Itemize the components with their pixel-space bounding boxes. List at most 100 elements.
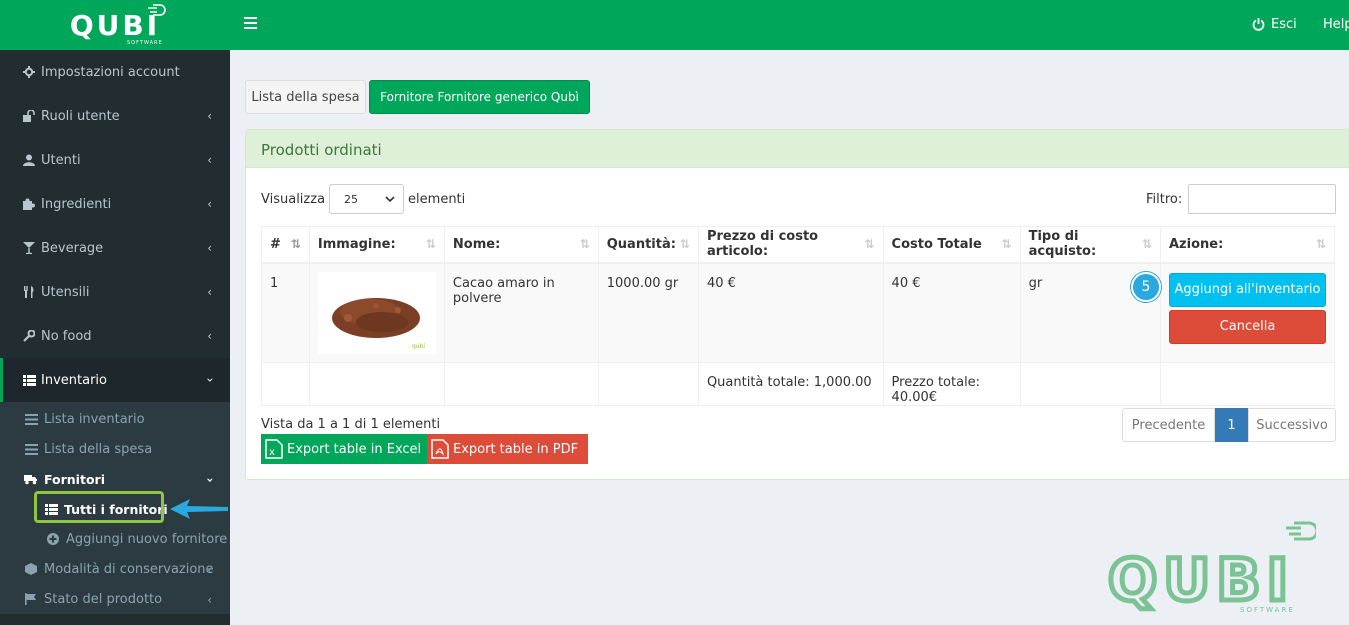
annotation-arrow-icon <box>170 499 228 519</box>
chevron-down-icon: ‹ <box>202 477 217 483</box>
logo-mark-icon <box>148 4 166 16</box>
logo[interactable]: QUBI SOFTWARE <box>0 0 230 50</box>
cocktail-icon <box>22 241 36 255</box>
product-image: qubi <box>317 271 436 354</box>
puzzle-icon <box>22 197 36 211</box>
list-icon <box>24 443 38 455</box>
pagination: Precedente 1 Successivo <box>1122 408 1336 442</box>
sidebar-item-beverage[interactable]: Beverage ‹ <box>0 226 230 270</box>
page-length-control: Visualizza 25 elementi <box>261 184 465 214</box>
chevron-left-icon: ‹ <box>207 329 212 343</box>
power-icon <box>1252 18 1265 31</box>
cell-number: 1 <box>261 262 310 363</box>
pagination-page-1[interactable]: 1 <box>1215 408 1248 442</box>
column-header-total-cost[interactable]: Costo Totale ⇅ <box>882 226 1021 264</box>
excel-file-icon: x <box>265 439 283 459</box>
cube-icon <box>24 563 38 575</box>
table-row: 1 qubi Cacao amaro in polvere 1000.00 gr… <box>261 262 1335 363</box>
chevron-left-icon: ‹ <box>207 153 212 167</box>
pdf-file-icon <box>431 439 449 459</box>
sidebar-item-inventario[interactable]: Inventario ‹ <box>0 358 230 402</box>
sidebar-subitem-conservazione[interactable]: Modalità di conservazione ‹ <box>0 554 230 584</box>
sidebar-subitem-aggiungi-fornitore[interactable]: Aggiungi nuovo fornitore <box>0 524 230 554</box>
panel-title: Prodotti ordinati <box>246 130 1349 168</box>
gear-icon <box>22 65 36 79</box>
column-header-action[interactable]: Azione: ⇅ <box>1160 226 1335 264</box>
page-length-select[interactable]: 25 <box>329 184 405 214</box>
cell-unit-price: 40 € <box>697 262 884 363</box>
pagination-previous[interactable]: Precedente <box>1122 408 1215 442</box>
sidebar-item-utensili[interactable]: Utensili ‹ <box>0 270 230 314</box>
column-header-image[interactable]: Immagine: ⇅ <box>308 226 445 264</box>
column-header-unit-price[interactable]: Prezzo di costo articolo: ⇅ <box>697 226 884 264</box>
sidebar-subitem-stato[interactable]: Stato del prodotto ‹ <box>0 584 230 614</box>
list-icon <box>24 413 38 425</box>
logout-button[interactable]: Esci <box>1252 17 1297 32</box>
filter-input[interactable] <box>1188 184 1337 214</box>
chevron-left-icon: ‹ <box>207 593 212 607</box>
column-header-number[interactable]: # ⇅ <box>261 226 310 264</box>
sidebar-item-label: Inventario <box>41 372 107 388</box>
cell-actions: Aggiungi all'inventario Cancella <box>1160 262 1335 363</box>
sidebar-item-label: No food <box>41 328 92 344</box>
column-header-name[interactable]: Nome: ⇅ <box>443 226 599 264</box>
svg-text:SOFTWARE: SOFTWARE <box>1240 606 1295 614</box>
chevron-left-icon: ‹ <box>207 241 212 255</box>
sidebar-item-ruoli[interactable]: Ruoli utente ‹ <box>0 94 230 138</box>
export-pdf-label: Export table in PDF <box>453 441 579 457</box>
flag-icon <box>24 593 38 605</box>
sidebar-subitem-label: Fornitori <box>44 471 105 487</box>
svg-text:x: x <box>269 447 275 458</box>
tab-shopping-list[interactable]: Lista della spesa <box>245 80 366 114</box>
svg-text:QUBI: QUBI <box>1108 546 1294 614</box>
cell-total-cost: 40 € <box>882 262 1021 363</box>
sidebar-item-impostazioni[interactable]: Impostazioni account <box>0 50 230 94</box>
sort-desc-icon: ⇅ <box>290 237 301 251</box>
tab-supplier[interactable]: Fornitore Fornitore generico Qubì <box>369 80 590 114</box>
sidebar-subitem-label: Lista della spesa <box>44 441 153 457</box>
sort-icon: ⇅ <box>425 237 436 251</box>
sidebar-item-nofood[interactable]: No food ‹ <box>0 314 230 358</box>
sidebar-item-utenti[interactable]: Utenti ‹ <box>0 138 230 182</box>
column-header-quantity[interactable]: Quantità: ⇅ <box>597 226 699 264</box>
cutlery-icon <box>22 285 36 299</box>
chevron-left-icon: ‹ <box>207 109 212 123</box>
cell-quantity: 1000.00 gr <box>597 262 699 363</box>
sidebar-item-label: Impostazioni account <box>41 64 180 80</box>
export-excel-button[interactable]: x Export table in Excel <box>261 434 427 464</box>
sort-icon: ⇅ <box>679 237 690 251</box>
sidebar-subitem-fornitori[interactable]: Fornitori ‹ <box>0 464 230 494</box>
chevron-left-icon: ‹ <box>207 563 212 577</box>
sidebar-subitem-lista-spesa[interactable]: Lista della spesa <box>0 434 230 464</box>
delete-button[interactable]: Cancella <box>1169 309 1326 344</box>
total-quantity: Quantità totale: 1,000.00 <box>697 362 884 406</box>
top-header: Esci Help <box>230 0 1349 50</box>
user-icon <box>22 153 36 167</box>
sidebar-menu: Impostazioni account Ruoli utente ‹ Uten… <box>0 50 230 402</box>
sidebar-item-label: Utensili <box>41 284 90 300</box>
unlock-icon <box>22 109 36 123</box>
filter-control: Filtro: <box>1146 184 1337 214</box>
svg-text:®: ® <box>1313 523 1316 533</box>
page-length-value: 25 <box>344 192 359 206</box>
chevron-down-icon: ‹ <box>202 377 217 383</box>
help-link[interactable]: Help <box>1323 17 1349 32</box>
column-header-purchase-type[interactable]: Tipo di acquisto: ⇅ <box>1019 226 1162 264</box>
sidebar-subitem-label: Tutti i fornitori <box>64 501 168 517</box>
sidebar-subitem-label: Stato del prodotto <box>44 591 163 607</box>
chevron-down-icon <box>385 196 395 202</box>
sidebar-subitem-label: Aggiungi nuovo fornitore <box>66 531 228 547</box>
table-totals-row: Quantità totale: 1,000.00 Prezzo totale:… <box>261 362 1335 406</box>
chevron-left-icon: ‹ <box>207 197 212 211</box>
pagination-next[interactable]: Successivo <box>1248 408 1336 442</box>
sidebar-subitem-lista-inventario[interactable]: Lista inventario <box>0 404 230 434</box>
add-to-inventory-button[interactable]: Aggiungi all'inventario <box>1169 272 1326 307</box>
export-pdf-button[interactable]: Export table in PDF <box>427 434 588 464</box>
show-prefix: Visualizza <box>261 191 326 207</box>
step-badge: 5 <box>1131 272 1161 302</box>
sidebar-item-ingredienti[interactable]: Ingredienti ‹ <box>0 182 230 226</box>
hamburger-menu-icon[interactable] <box>244 17 258 31</box>
svg-text:qubi: qubi <box>412 343 425 350</box>
sidebar: QUBI SOFTWARE Impostazioni account Ruoli… <box>0 0 230 625</box>
total-price: Prezzo totale: 40.00€ <box>882 362 1021 406</box>
